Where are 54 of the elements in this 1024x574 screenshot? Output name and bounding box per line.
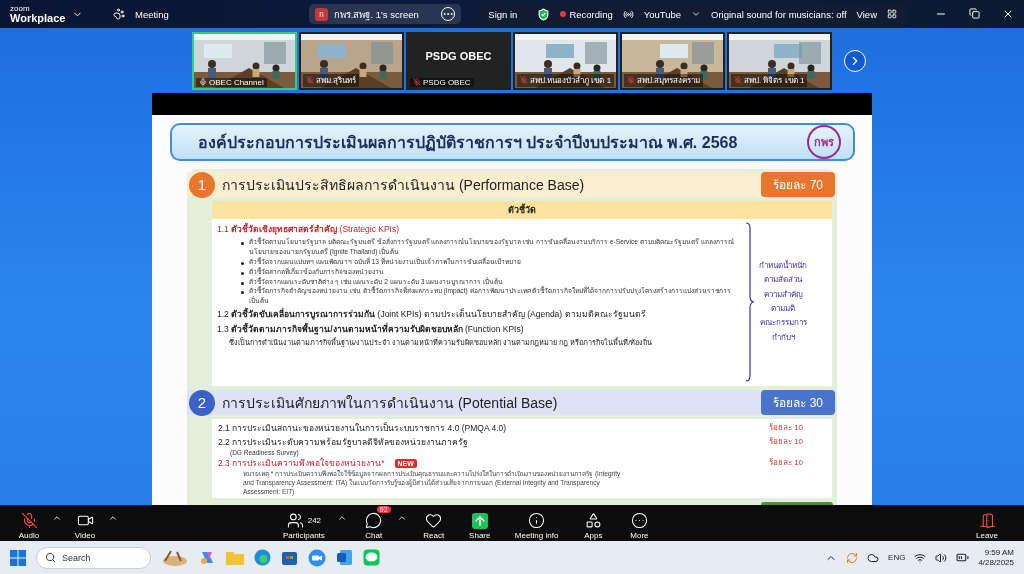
toolbar-video-button[interactable]: Video <box>74 506 104 540</box>
weight-badge: ร้อยละ 30 <box>761 390 835 415</box>
share-title: กพร.สพฐ. 1's screen <box>333 7 419 22</box>
meeting-label[interactable]: Meeting <box>135 8 169 20</box>
indicator-heading: 1.1 ตัวชี้วัดเชิงยุทธศาสตร์สำคัญ (Strategic KPIs) <box>217 224 400 234</box>
participant-name: OBEC Channel <box>209 77 264 87</box>
weight-text: ร้อยละ 10 <box>767 436 805 448</box>
section-title: การประเมินประสิทธิผลการดำเนินงาน (Performance Base) <box>222 175 585 195</box>
slide-title: องค์ประกอบการประเมินผลการปฏิบัติราชการฯ ประจำปีงบประมาณ พ.ศ. 2568 <box>197 132 738 154</box>
toolbar-more-button[interactable]: More <box>628 506 659 540</box>
original-sound-label[interactable]: Original sound for musicians: off <box>711 8 847 20</box>
toolbar-info-button[interactable]: Meeting info <box>514 506 567 540</box>
language-indicator[interactable]: ENG <box>888 553 906 562</box>
view-button[interactable]: View <box>856 8 877 20</box>
avatar: ก <box>314 7 328 21</box>
weight-note: กำหนดน้ำหนัก ตามสัดส่วน ความสำคัญ ตามมติ คณะกรรมการ กำกับฯ <box>759 259 807 344</box>
video-tile[interactable]: สพป.สมุทรสงคราม <box>620 31 725 90</box>
video-tile[interactable]: สพม.สุรินทร์ <box>299 31 404 90</box>
toolbar-share-button[interactable]: Share <box>468 506 499 540</box>
section-number: 2 <box>189 389 215 416</box>
leave-button[interactable]: Leave <box>976 506 1006 540</box>
indicator-heading: 2.3 การประเมินความพึงพอใจของหน่วยงาน* <box>218 457 385 470</box>
logo: กพร <box>806 125 841 159</box>
toolbar-react-button[interactable]: React <box>422 506 453 540</box>
taskbar-search-field[interactable]: Search <box>36 546 151 569</box>
weight-text: ร้อยละ 10 <box>767 422 805 434</box>
video-tile[interactable]: สพป. พิจิตร เขต 1 <box>727 31 832 90</box>
indicator-heading: 1.3 ตัวชี้วัดตามภารกิจพื้นฐาน/งานตามหน้าที่ความรับผิดชอบหลัก (Function KPIs) <box>217 324 524 335</box>
indicator-heading: 1.2 ตัวชี้วัดขับเคลื่อนการบูรณาการร่วมกัน (Joint KPIs) ตามประเด็นนโยบายสำคัญ (Agenda) ตามมติคณะรัฐมนตรี <box>217 309 646 320</box>
toolbar-apps-button[interactable]: Apps <box>582 506 613 540</box>
indicator-heading: 2.2 การประเมินระดับความพร้อมรัฐบาลดิจิทัลของหน่วยงานภาครัฐ <box>218 436 469 449</box>
indicator-heading: 2.1 การประเมินสถานะของหน่วยงานในการเป็นระบบราชการ 4.0 (PMQA 4.0) <box>218 421 507 435</box>
participant-name: สพม.สุรินทร์ <box>316 74 357 87</box>
weight-badge: ร้อยละ 70 <box>761 172 835 197</box>
toolbar-participants-button[interactable]: 242 Participants <box>283 506 333 540</box>
section-title: การประเมินศักยภาพในการดำเนินงาน (Potential Base) <box>222 393 558 413</box>
video-tile[interactable]: OBEC Channel <box>192 31 297 90</box>
weight-text: ร้อยละ 10 <box>767 457 805 469</box>
video-tile[interactable]: สพป.หนองบัวลำภู เขต 1 <box>513 31 618 90</box>
participant-name: สพป.สมุทรสงคราม <box>637 74 701 87</box>
participant-name: สพป.หนองบัวลำภู เขต 1 <box>530 74 612 87</box>
section-number: 1 <box>189 171 215 198</box>
share-pill[interactable]: ก กพร.สพฐ. 1's screen <box>308 4 461 24</box>
participant-name: PSDG OBEC <box>423 77 471 87</box>
clock[interactable]: 9:59 AM 4/28/2025 <box>978 547 1014 568</box>
sign-in-link[interactable]: Sign in <box>488 8 518 20</box>
participant-name: สพป. พิจิตร เขต 1 <box>744 74 805 87</box>
recording-label[interactable]: Recording <box>569 8 613 20</box>
column-header: ตัวชี้วัด <box>212 201 832 219</box>
stream-label[interactable]: YouTube <box>643 8 682 20</box>
brand-name: zoom <box>10 4 31 13</box>
participant-display-name: PSDG OBEC <box>424 49 493 62</box>
toolbar-audio-button[interactable]: Audio <box>18 506 48 540</box>
video-tile[interactable]: PSDG OBEC PSDG OBEC <box>406 31 511 90</box>
